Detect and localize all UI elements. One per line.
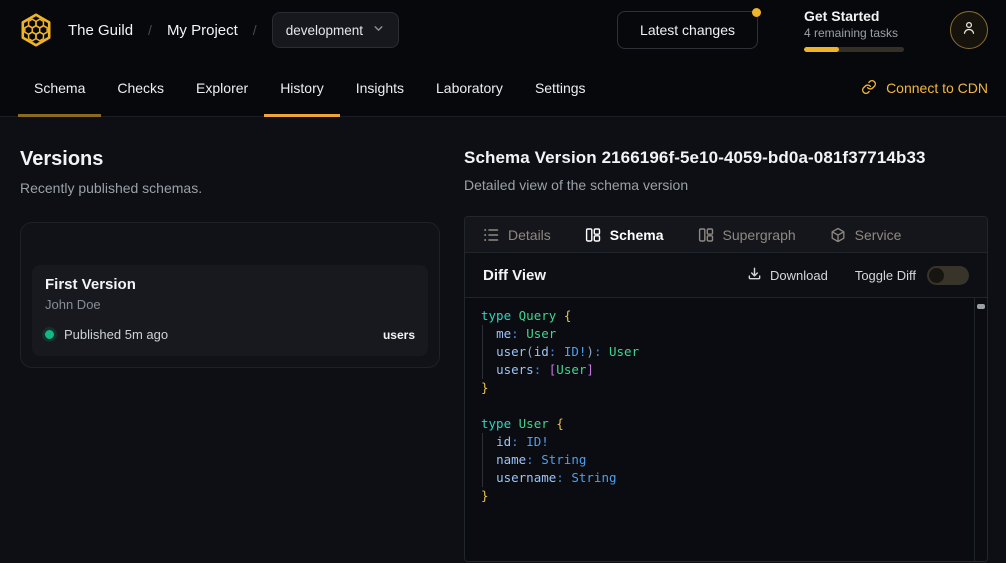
code-line: id: ID! (481, 433, 957, 451)
vertical-scrollbar[interactable] (974, 298, 987, 561)
versions-subtitle: Recently published schemas. (20, 180, 440, 196)
topbar-right: Latest changes Get Started 4 remaining t… (617, 8, 988, 52)
code-line: user(id: ID!): User (481, 343, 957, 361)
environment-selector-value: development (286, 23, 363, 38)
list-icon (483, 227, 499, 243)
environment-selector[interactable]: development (272, 12, 399, 48)
get-started-title: Get Started (804, 8, 904, 24)
indent-guide (482, 325, 483, 379)
schema-view-tabs: Details Schema Supergraph Service (465, 217, 987, 253)
chevron-down-icon (372, 22, 385, 38)
code-line: username: String (481, 469, 957, 487)
download-icon (747, 266, 762, 284)
service-badge: users (383, 328, 415, 342)
breadcrumb: The Guild / My Project / development (68, 12, 399, 48)
breadcrumb-org[interactable]: The Guild (68, 22, 133, 39)
tab-label: Supergraph (723, 227, 796, 243)
main-nav: SchemaChecksExplorerHistoryInsightsLabor… (0, 60, 1006, 117)
schema-version-title: Schema Version 2166196f-5e10-4059-bd0a-0… (464, 148, 988, 168)
get-started-progress-bar (804, 47, 904, 52)
link-icon (861, 79, 877, 98)
latest-changes-button[interactable]: Latest changes (617, 11, 758, 49)
schema-code-viewer: type Query { me: User user(id: ID!): Use… (465, 298, 987, 561)
code-line (481, 397, 957, 415)
code-line: type User { (481, 415, 957, 433)
get-started-subtitle: 4 remaining tasks (804, 26, 904, 40)
version-meta-row: Published 5m ago users (45, 327, 415, 342)
scrollbar-thumb[interactable] (977, 304, 985, 309)
version-status: Published 5m ago (64, 327, 168, 342)
get-started-progress-fill (804, 47, 839, 52)
code-line: me: User (481, 325, 957, 343)
versions-title: Versions (20, 148, 440, 171)
tab-schema[interactable]: Schema (585, 227, 664, 243)
nav-tab-schema[interactable]: Schema (18, 60, 101, 116)
person-icon (960, 19, 978, 42)
tab-label: Service (855, 227, 902, 243)
tab-label: Schema (610, 227, 664, 243)
toggle-knob (929, 268, 944, 283)
schema-version-panel: Details Schema Supergraph Service Diff View… (464, 216, 988, 562)
code-line: name: String (481, 451, 957, 469)
code-line: type Query { (481, 307, 957, 325)
get-started-widget[interactable]: Get Started 4 remaining tasks (804, 8, 904, 52)
panels-icon (698, 227, 714, 243)
toggle-diff-control: Toggle Diff (855, 266, 969, 285)
nav-tab-history[interactable]: History (264, 60, 340, 116)
toggle-diff-label: Toggle Diff (855, 268, 916, 283)
version-list-item[interactable]: First Version John Doe Published 5m ago … (32, 265, 428, 356)
latest-changes-label: Latest changes (640, 22, 735, 38)
hive-logo-icon[interactable] (18, 12, 54, 48)
user-avatar[interactable] (950, 11, 988, 49)
cube-icon (830, 227, 846, 243)
topbar: The Guild / My Project / development Lat… (0, 0, 1006, 60)
panels-icon (585, 227, 601, 243)
tab-details[interactable]: Details (483, 227, 551, 243)
nav-tabs: SchemaChecksExplorerHistoryInsightsLabor… (18, 60, 602, 116)
diff-actions: Download Toggle Diff (747, 266, 969, 285)
breadcrumb-separator: / (148, 22, 152, 38)
diff-header: Diff View Download Toggle Diff (465, 253, 987, 298)
versions-section: Versions Recently published schemas. Fir… (20, 148, 440, 562)
nav-tab-explorer[interactable]: Explorer (180, 60, 264, 116)
version-name: First Version (45, 276, 415, 293)
code-line: } (481, 379, 957, 397)
nav-tab-laboratory[interactable]: Laboratory (420, 60, 519, 116)
indent-guide (482, 433, 483, 487)
main-content: Versions Recently published schemas. Fir… (0, 117, 1006, 562)
published-status-dot (45, 330, 54, 339)
connect-to-cdn-label: Connect to CDN (886, 80, 988, 96)
connect-to-cdn-link[interactable]: Connect to CDN (861, 79, 988, 98)
nav-tab-insights[interactable]: Insights (340, 60, 420, 116)
schema-code[interactable]: type Query { me: User user(id: ID!): Use… (465, 298, 987, 514)
tab-label: Details (508, 227, 551, 243)
diff-view-title: Diff View (483, 267, 546, 284)
schema-version-section: Schema Version 2166196f-5e10-4059-bd0a-0… (464, 148, 988, 562)
code-line: } (481, 487, 957, 505)
version-author: John Doe (45, 297, 415, 312)
download-button[interactable]: Download (747, 266, 828, 284)
nav-tab-checks[interactable]: Checks (101, 60, 180, 116)
breadcrumb-separator: / (253, 22, 257, 38)
breadcrumb-project[interactable]: My Project (167, 22, 238, 39)
versions-card: First Version John Doe Published 5m ago … (20, 222, 440, 368)
tab-service[interactable]: Service (830, 227, 902, 243)
notification-dot (752, 8, 761, 17)
tab-supergraph[interactable]: Supergraph (698, 227, 796, 243)
schema-version-subtitle: Detailed view of the schema version (464, 177, 988, 193)
code-line: users: [User] (481, 361, 957, 379)
toggle-diff-switch[interactable] (927, 266, 969, 285)
download-label: Download (770, 268, 828, 283)
nav-tab-settings[interactable]: Settings (519, 60, 602, 116)
